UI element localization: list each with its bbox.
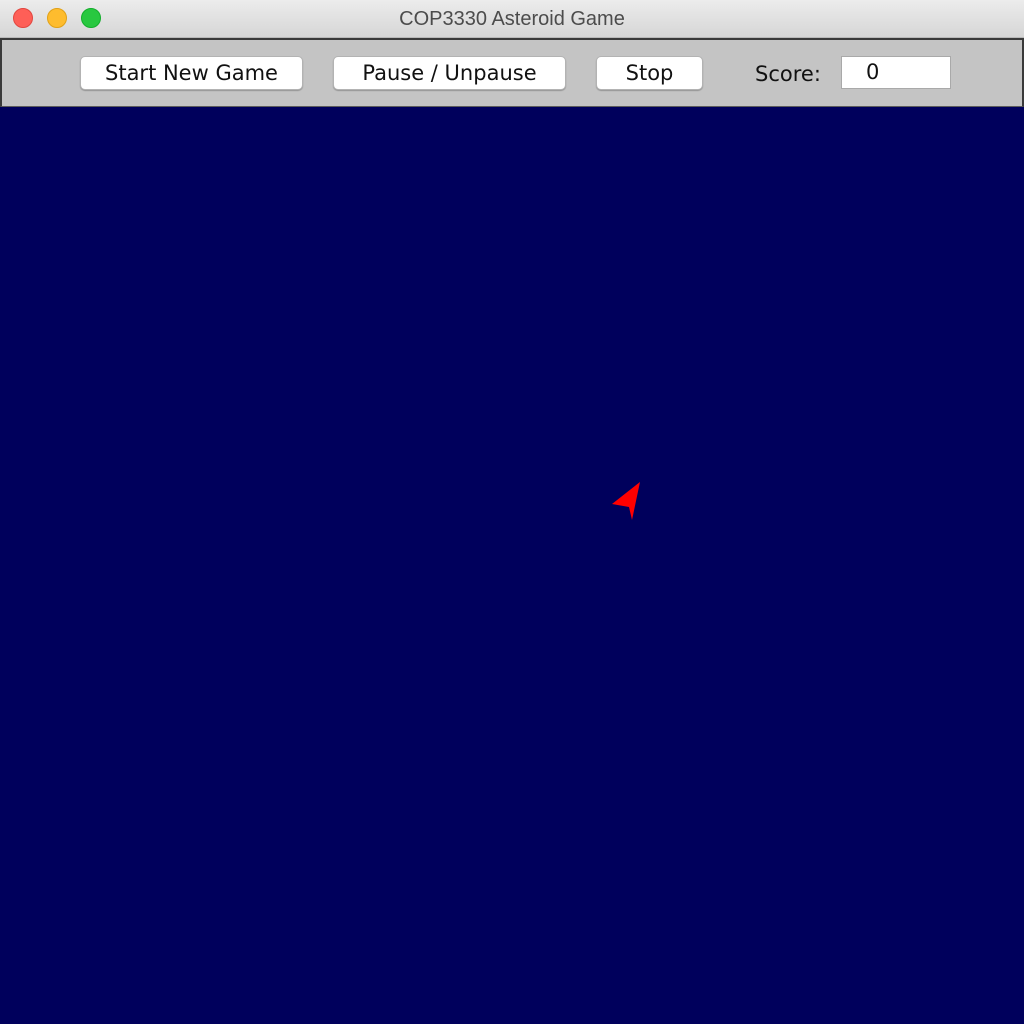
- control-panel: Start New Game Pause / Unpause Stop Scor…: [0, 38, 1024, 107]
- pause-unpause-button[interactable]: Pause / Unpause: [333, 56, 566, 90]
- spaceship-body: [612, 482, 640, 520]
- game-canvas[interactable]: [0, 107, 1024, 1024]
- score-label: Score:: [755, 62, 821, 86]
- spaceship-icon: [612, 482, 640, 520]
- score-field: 0: [841, 56, 951, 89]
- start-new-game-button[interactable]: Start New Game: [80, 56, 303, 90]
- window-title: COP3330 Asteroid Game: [399, 8, 625, 30]
- app-window: COP3330 Asteroid Game Start New Game Pau…: [0, 0, 1024, 1024]
- title-bar[interactable]: COP3330 Asteroid Game: [0, 0, 1024, 38]
- stop-button[interactable]: Stop: [596, 56, 703, 90]
